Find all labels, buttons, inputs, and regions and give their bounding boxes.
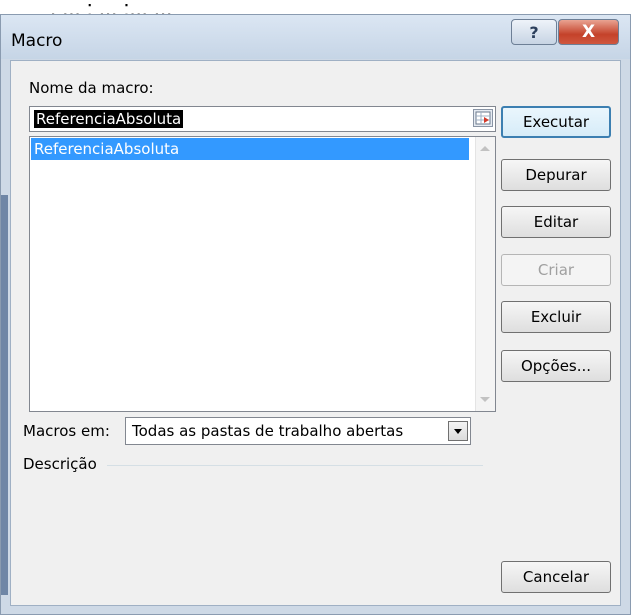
delete-button[interactable]: Excluir [501, 301, 611, 333]
macro-name-input[interactable]: ReferenciaAbsoluta [29, 106, 496, 132]
title-bar: Macro ? X [1, 15, 630, 59]
window-edge [1, 195, 8, 595]
help-button[interactable]: ? [511, 19, 557, 45]
help-icon: ? [529, 22, 539, 42]
create-button: Criar [501, 254, 611, 286]
scroll-down-icon[interactable] [480, 397, 490, 402]
run-button[interactable]: Executar [501, 106, 611, 138]
macros-in-label: Macros em: [23, 422, 110, 440]
macro-list[interactable]: ReferenciaAbsoluta [29, 136, 496, 412]
dropdown-button[interactable] [448, 421, 468, 441]
edit-button[interactable]: Editar [501, 206, 611, 238]
list-scrollbar[interactable] [475, 137, 495, 411]
step-into-button[interactable]: Depurar [501, 159, 611, 191]
macro-name-label: Nome da macro: [29, 79, 154, 97]
collapse-dialog-button[interactable] [473, 109, 493, 127]
dialog-title: Macro [11, 31, 63, 51]
close-icon: X [581, 22, 596, 42]
macro-dialog: Macro ? X Nome da macro: ReferenciaAbsol… [0, 14, 631, 615]
chevron-down-icon [454, 429, 462, 434]
close-button[interactable]: X [558, 19, 619, 45]
dialog-client-area: Nome da macro: ReferenciaAbsoluta Refere… [10, 60, 621, 606]
macros-in-value: Todas as pastas de trabalho abertas [132, 422, 404, 440]
scroll-up-icon[interactable] [480, 146, 490, 151]
collapse-dialog-icon [475, 111, 491, 125]
cancel-button[interactable]: Cancelar [501, 561, 611, 593]
description-label: Descrição [23, 455, 97, 473]
options-button[interactable]: Opções... [501, 350, 611, 382]
macros-in-select[interactable]: Todas as pastas de trabalho abertas [125, 417, 471, 445]
macro-name-value: ReferenciaAbsoluta [34, 110, 184, 128]
macro-list-item[interactable]: ReferenciaAbsoluta [31, 138, 469, 160]
description-divider [107, 465, 483, 466]
